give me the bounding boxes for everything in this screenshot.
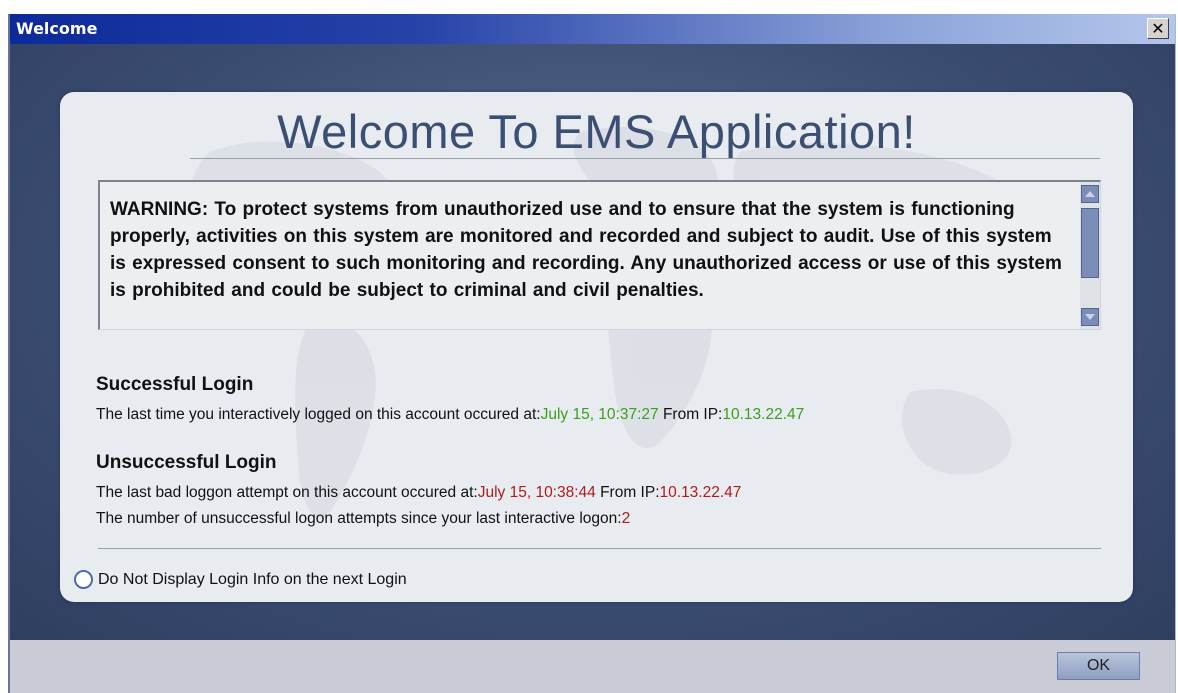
vertical-scrollbar[interactable]: [1080, 182, 1100, 329]
successful-login-time: July 15, 10:37:27: [540, 406, 659, 423]
radio-button[interactable]: [74, 570, 93, 589]
title-bar[interactable]: Welcome ✕: [10, 14, 1175, 44]
scroll-down-button[interactable]: [1081, 308, 1099, 326]
unsuccessful-login-ip: 10.13.22.47: [659, 484, 742, 501]
warning-textbox[interactable]: WARNING: To protect systems from unautho…: [98, 180, 1101, 330]
successful-login-title: Successful Login: [96, 374, 254, 395]
radio-label: Do Not Display Login Info on the next Lo…: [98, 570, 407, 588]
unsuccessful-attempt-count: 2: [621, 510, 631, 527]
unsuccessful-count-prefix: The number of unsuccessful logon attempt…: [96, 510, 622, 527]
page-title: Welcome To EMS Application!: [277, 105, 916, 158]
successful-login-prefix: The last time you interactively logged o…: [96, 406, 541, 423]
button-bar: OK: [10, 640, 1175, 693]
close-button[interactable]: ✕: [1147, 18, 1169, 39]
scroll-thumb[interactable]: [1081, 208, 1099, 278]
chevron-up-icon: [1085, 191, 1095, 197]
unsuccessful-login-title: Unsuccessful Login: [96, 452, 277, 473]
scroll-up-button[interactable]: [1081, 185, 1099, 203]
unsuccessful-attempts-info: The number of unsuccessful logon attempt…: [96, 510, 630, 528]
welcome-panel: Welcome To EMS Application! WARNING: To …: [60, 92, 1133, 602]
successful-ip-label: From IP:: [658, 406, 723, 423]
bottom-divider: [98, 548, 1101, 549]
heading-divider: [190, 158, 1100, 159]
welcome-dialog: Welcome ✕ Welcome To EMS Application! WA…: [8, 14, 1176, 693]
chevron-down-icon: [1085, 314, 1095, 320]
unsuccessful-ip-label: From IP:: [595, 484, 660, 501]
unsuccessful-login-time: July 15, 10:38:44: [477, 484, 596, 501]
unsuccessful-login-prefix: The last bad loggon attempt on this acco…: [96, 484, 478, 501]
unsuccessful-login-info: The last bad loggon attempt on this acco…: [96, 484, 741, 502]
close-icon: ✕: [1151, 18, 1165, 38]
do-not-display-option[interactable]: Do Not Display Login Info on the next Lo…: [74, 570, 407, 589]
content-background: Welcome To EMS Application! WARNING: To …: [10, 44, 1175, 640]
ok-button[interactable]: OK: [1057, 652, 1140, 680]
successful-login-info: The last time you interactively logged o…: [96, 406, 804, 424]
successful-login-ip: 10.13.22.47: [722, 406, 805, 423]
warning-text: WARNING: To protect systems from unautho…: [110, 199, 1062, 301]
window-title: Welcome: [16, 19, 98, 38]
